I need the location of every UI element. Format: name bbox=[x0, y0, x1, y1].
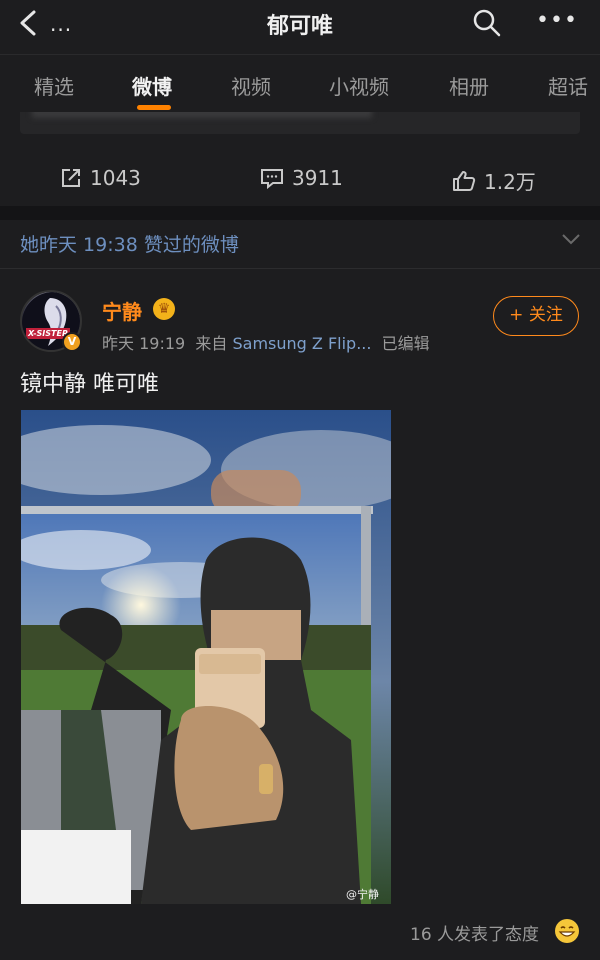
tab-video[interactable]: 视频 bbox=[231, 71, 271, 100]
divider bbox=[0, 268, 600, 269]
more-horizontal-icon[interactable]: ••• bbox=[536, 8, 578, 33]
liked-banner[interactable]: 她昨天 19:38 赞过的微博 bbox=[0, 220, 600, 268]
post-source[interactable]: Samsung Z Flip... bbox=[232, 334, 371, 353]
photo-watermark: @宁静 bbox=[346, 888, 379, 901]
edited-label: 已编辑 bbox=[381, 334, 430, 353]
share-icon bbox=[62, 169, 80, 187]
chevron-down-icon[interactable] bbox=[561, 232, 581, 246]
like-button[interactable]: 1.2万 bbox=[452, 166, 536, 195]
source-prefix: 来自 bbox=[195, 334, 228, 353]
author-name[interactable]: 宁静 bbox=[102, 296, 142, 325]
liked-banner-text: 她昨天 19:38 赞过的微博 bbox=[20, 234, 239, 256]
search-icon[interactable] bbox=[472, 8, 502, 38]
grin-emoji-icon[interactable] bbox=[554, 918, 580, 944]
post-action-bar: 1043 3911 1.2万 bbox=[0, 152, 600, 206]
tab-weibo[interactable]: 微博 bbox=[132, 71, 172, 100]
verified-badge-icon: V bbox=[62, 332, 82, 352]
page-title: 郁可唯 bbox=[266, 14, 333, 39]
post-photo[interactable] bbox=[21, 410, 391, 904]
clipped-text bbox=[32, 112, 372, 118]
post-text: 镜中静 唯可唯 bbox=[20, 372, 159, 397]
repost-count: 1043 bbox=[90, 166, 141, 190]
active-tab-indicator bbox=[137, 105, 171, 110]
follow-button[interactable]: + 关注 bbox=[493, 296, 579, 336]
tab-bar: 精选 微博 视频 小视频 相册 超话 bbox=[0, 54, 600, 112]
tab-super-topic[interactable]: 超话 bbox=[548, 71, 588, 100]
reactions-summary[interactable]: 16 人发表了态度 bbox=[410, 920, 539, 945]
crown-icon: ♛ bbox=[153, 298, 175, 320]
post-meta: 昨天 19:19 来自 Samsung Z Flip... 已编辑 bbox=[102, 330, 430, 354]
comment-icon bbox=[261, 169, 283, 189]
previous-post-quoted-card[interactable] bbox=[20, 112, 580, 134]
repost-button[interactable]: 1043 bbox=[60, 166, 141, 190]
post-time: 昨天 19:19 bbox=[102, 334, 186, 353]
tab-featured[interactable]: 精选 bbox=[34, 71, 74, 100]
photo-illustration bbox=[21, 410, 391, 904]
comment-button[interactable]: 3911 bbox=[260, 166, 343, 190]
top-nav-bar: ... 郁可唯 ••• bbox=[0, 0, 600, 48]
tab-album[interactable]: 相册 bbox=[449, 71, 489, 100]
section-separator bbox=[0, 206, 600, 220]
thumbs-up-icon bbox=[453, 170, 476, 191]
like-count: 1.2万 bbox=[484, 170, 536, 194]
tab-short-video[interactable]: 小视频 bbox=[329, 71, 389, 100]
comment-count: 3911 bbox=[292, 166, 343, 190]
